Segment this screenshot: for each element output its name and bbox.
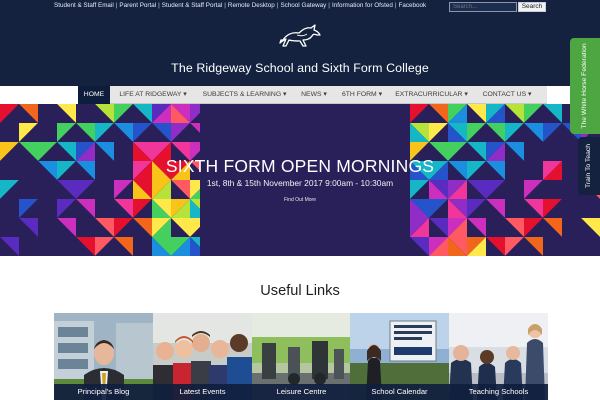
top-links-bar: Student & Staff Email | Parent Portal | Stud… [54, 2, 427, 9]
train-to-teach-tab[interactable]: Train To Teach [578, 137, 600, 195]
top-link-parent-portal[interactable]: Parent Portal [119, 2, 156, 9]
nav-contact-us[interactable]: CONTACT US ▾ [476, 86, 538, 104]
white-horse-logo-icon[interactable] [277, 22, 325, 50]
card-label: Latest Events [153, 384, 252, 400]
search-button[interactable]: Search [518, 2, 546, 12]
main-nav: HOME LIFE AT RIDGEWAY ▾ SUBJECTS & LEARN… [78, 86, 547, 104]
hero-banner: SIXTH FORM OPEN MORNINGS 1st, 8th & 15th… [0, 104, 600, 256]
top-link-school-gateway[interactable]: School Gateway [280, 2, 326, 9]
nav-subjects-learning[interactable]: SUBJECTS & LEARNING ▾ [197, 86, 292, 104]
top-link-facebook[interactable]: Facebook [398, 2, 426, 9]
nav-6th-form[interactable]: 6TH FORM ▾ [336, 86, 388, 104]
site-header: Student & Staff Email | Parent Portal | Stud… [0, 0, 600, 86]
card-principals-blog[interactable]: Principal's Blog [54, 313, 153, 400]
banner-title: SIXTH FORM OPEN MORNINGS [165, 156, 435, 176]
card-teaching-schools[interactable]: Teaching Schools [449, 313, 548, 400]
nav-life-at-ridgeway[interactable]: LIFE AT RIDGEWAY ▾ [112, 86, 194, 104]
card-label: Leisure Centre [252, 384, 351, 400]
banner-subtitle: 1st, 8th & 15th November 2017 9:00am - 1… [206, 178, 394, 188]
page: Student & Staff Email | Parent Portal | Stud… [0, 0, 600, 400]
top-link-portal[interactable]: Student & Staff Portal [162, 2, 222, 9]
nav-home[interactable]: HOME [78, 86, 110, 104]
card-label: Principal's Blog [54, 384, 153, 400]
card-label: School Calendar [350, 384, 449, 400]
site-title: The Ridgeway School and Sixth Form Colle… [171, 61, 429, 75]
search-input[interactable] [449, 2, 517, 12]
card-leisure-centre[interactable]: Leisure Centre [252, 313, 351, 400]
nav-extracurricular[interactable]: EXTRACURRICULAR ▾ [391, 86, 472, 104]
useful-links-title: Useful Links [260, 283, 340, 299]
card-latest-events[interactable]: Latest Events [153, 313, 252, 400]
nav-news[interactable]: NEWS ▾ [295, 86, 333, 104]
find-out-more-link[interactable]: Find Out More [0, 197, 600, 203]
top-link-email[interactable]: Student & Staff Email [54, 2, 114, 9]
white-horse-federation-tab[interactable]: The White Horse Federation [570, 38, 600, 134]
top-link-ofsted[interactable]: Information for Ofsted [332, 2, 393, 9]
card-label: Teaching Schools [449, 384, 548, 400]
top-link-remote-desktop[interactable]: Remote Desktop [228, 2, 275, 9]
train-to-teach-label: Train To Teach [585, 143, 592, 189]
card-school-calendar[interactable]: School Calendar [350, 313, 449, 400]
white-horse-federation-label: The White Horse Federation [581, 43, 588, 129]
